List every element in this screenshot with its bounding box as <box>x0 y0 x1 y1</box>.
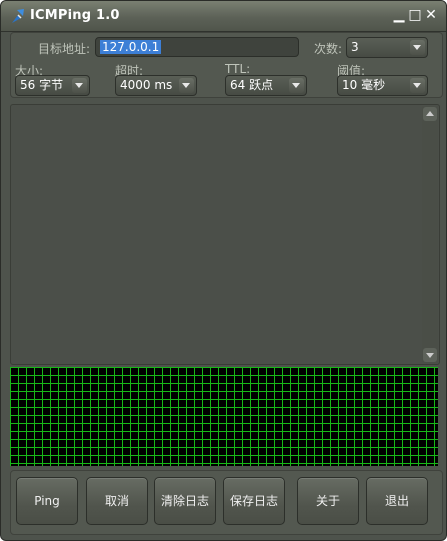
count-select[interactable]: 3 <box>346 37 428 58</box>
threshold-select[interactable]: 10 毫秒 <box>337 75 428 96</box>
log-scrollbar[interactable] <box>422 106 438 363</box>
timeout-select[interactable]: 4000 ms <box>115 75 197 96</box>
clear-log-button[interactable]: 清除日志 <box>154 477 216 525</box>
ping-button[interactable]: Ping <box>16 477 78 525</box>
timeout-value: 4000 ms <box>120 78 173 92</box>
count-label: 次数: <box>314 42 343 56</box>
ttl-select[interactable]: 64 跃点 <box>225 75 307 96</box>
exit-button[interactable]: 退出 <box>366 477 428 525</box>
title-bar[interactable]: ICMPing 1.0 ▁ □ ✕ <box>1 1 446 32</box>
close-button[interactable]: ✕ <box>424 7 438 23</box>
save-log-button[interactable]: 保存日志 <box>223 477 285 525</box>
minimize-button[interactable]: ▁ <box>392 7 406 23</box>
target-address-value: 127.0.0.1 <box>100 40 162 54</box>
icmping-app-icon <box>12 9 24 23</box>
target-address-input[interactable]: 127.0.0.1 <box>95 37 299 57</box>
size-value: 56 字节 <box>20 78 64 92</box>
chevron-down-icon[interactable] <box>289 78 304 93</box>
window-title: ICMPing 1.0 <box>30 8 120 23</box>
threshold-value: 10 毫秒 <box>342 78 386 92</box>
chevron-down-icon[interactable] <box>410 78 425 93</box>
chevron-down-icon[interactable] <box>72 78 87 93</box>
size-select[interactable]: 56 字节 <box>15 75 90 96</box>
about-button[interactable]: 关于 <box>297 477 359 525</box>
app-window: ICMPing 1.0 ▁ □ ✕ 目标地址: 127.0.0.1 次数: 3 … <box>0 0 447 541</box>
count-value: 3 <box>351 40 359 54</box>
cancel-button[interactable]: 取消 <box>86 477 148 525</box>
maximize-button[interactable]: □ <box>408 7 422 23</box>
target-address-label: 目标地址: <box>38 42 91 56</box>
scroll-up-icon[interactable] <box>423 107 437 121</box>
settings-panel: 目标地址: 127.0.0.1 次数: 3 大小: 56 字节 超时: 4000… <box>10 32 443 98</box>
scroll-down-icon[interactable] <box>423 348 437 362</box>
button-bar: Ping 取消 清除日志 保存日志 关于 退出 <box>10 470 443 535</box>
chevron-down-icon[interactable] <box>410 40 425 55</box>
ttl-value: 64 跃点 <box>230 78 274 92</box>
chevron-down-icon[interactable] <box>179 78 194 93</box>
ttl-label: TTL: <box>225 62 251 76</box>
log-output[interactable] <box>10 104 440 365</box>
latency-graph <box>10 367 438 466</box>
